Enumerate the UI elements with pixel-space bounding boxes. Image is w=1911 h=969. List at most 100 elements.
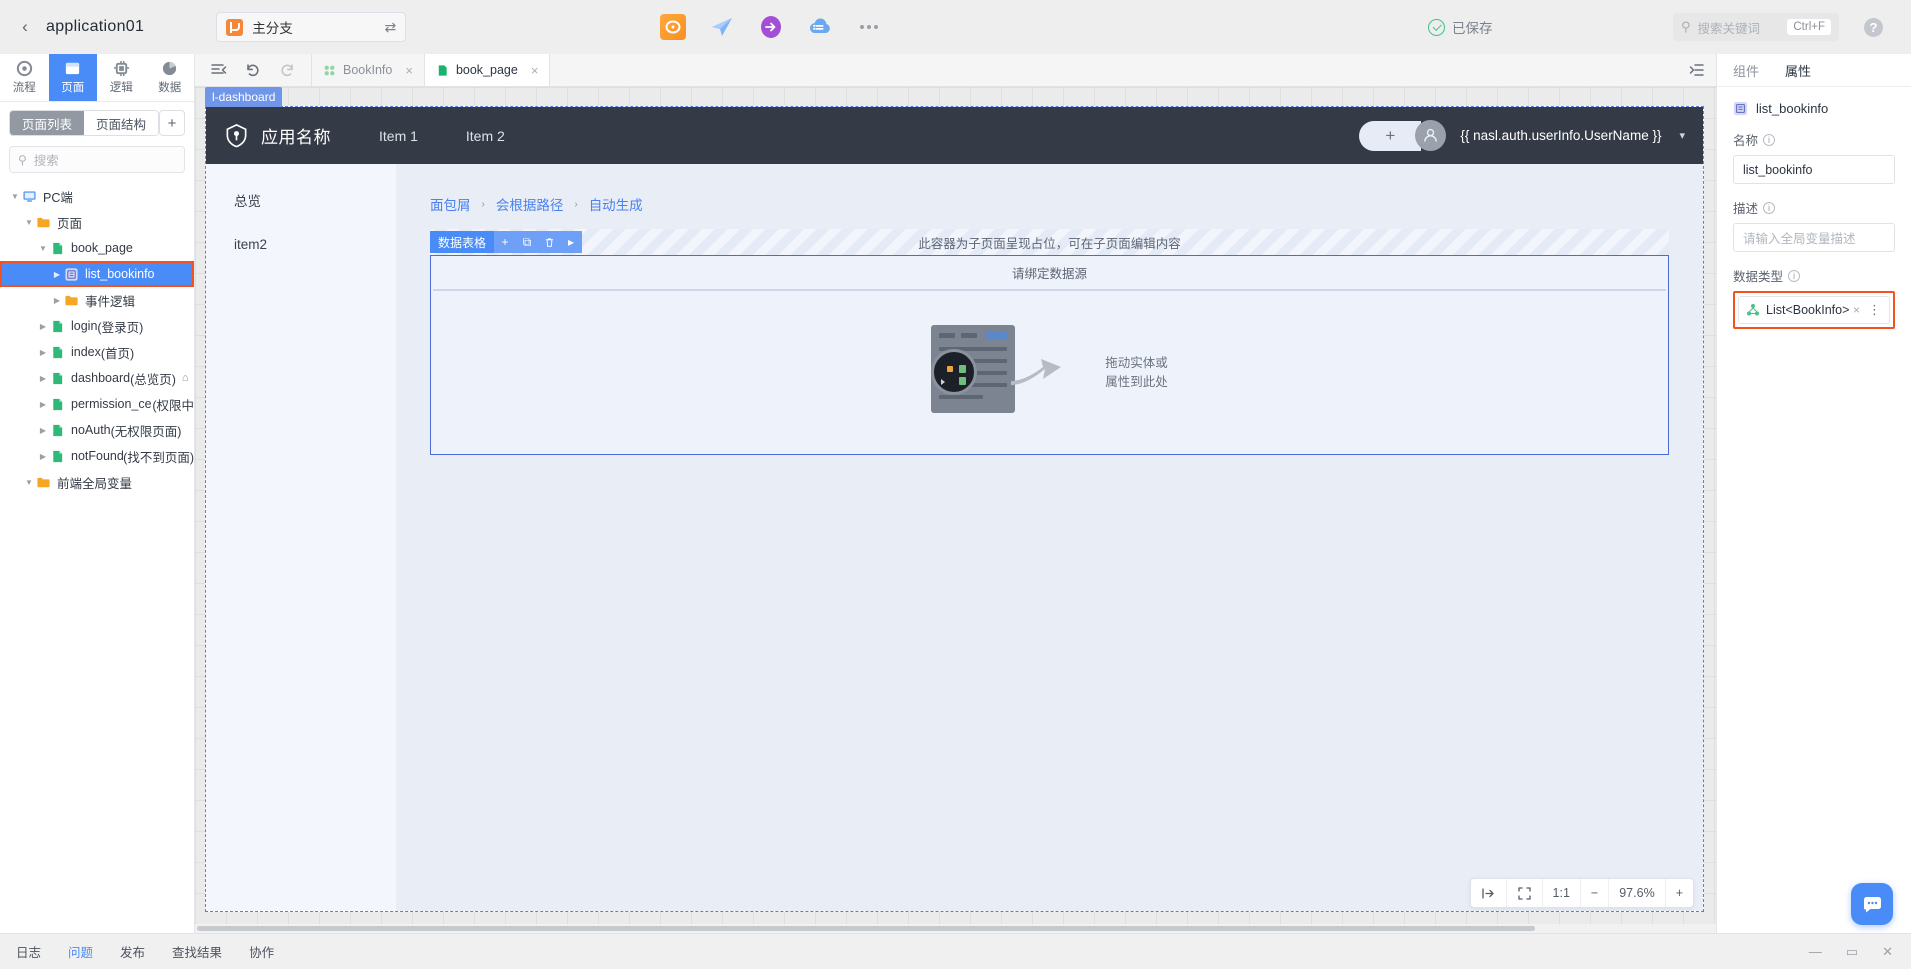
tree-label: PC端 bbox=[43, 190, 73, 205]
chevron-down-icon[interactable]: ▼ bbox=[22, 478, 36, 487]
copy-icon[interactable]: ⧉ bbox=[516, 231, 538, 253]
tree-item-noauth[interactable]: ▶ noAuth (无权限页面) bbox=[0, 417, 194, 443]
canvas[interactable]: l-dashboard 应用名称 Item 1 Item 2 + {{nasl… bbox=[195, 87, 1716, 924]
chevron-right-icon[interactable]: ▶ bbox=[36, 452, 50, 461]
bottom-tab-problems[interactable]: 问题 bbox=[68, 942, 93, 961]
side-menu-item-overview[interactable]: 总览 bbox=[206, 178, 396, 222]
swap-icon[interactable]: ⇄ bbox=[384, 19, 396, 36]
preview-nav-item-2[interactable]: Item 2 bbox=[466, 128, 505, 144]
chevron-down-icon[interactable]: ▼ bbox=[8, 192, 22, 201]
breadcrumb-item-1[interactable]: 面包屑 bbox=[430, 194, 471, 214]
tab-book-page[interactable]: book_page × bbox=[424, 54, 551, 86]
close-icon[interactable]: × bbox=[405, 63, 413, 78]
close-icon[interactable]: × bbox=[531, 63, 539, 78]
chevron-right-icon[interactable]: ▶ bbox=[36, 426, 50, 435]
tree-search-input[interactable]: ⚲ 搜索 bbox=[9, 146, 185, 173]
description-input[interactable]: 请输入全局变量描述 bbox=[1733, 223, 1895, 252]
fit-screen-button[interactable] bbox=[1507, 879, 1543, 907]
outline-toggle-icon[interactable] bbox=[211, 62, 227, 78]
redo-icon[interactable] bbox=[279, 62, 295, 78]
tree-item-index[interactable]: ▶ index (首页) bbox=[0, 339, 194, 365]
back-button[interactable]: ‹ bbox=[10, 12, 40, 42]
help-icon[interactable]: ? bbox=[1864, 17, 1883, 37]
bottom-tab-logs[interactable]: 日志 bbox=[16, 942, 41, 961]
component-tag-datatable[interactable]: 数据表格 bbox=[430, 231, 495, 253]
add-page-button[interactable]: + bbox=[159, 110, 185, 136]
editor-tab-bar: BookInfo × book_page × bbox=[195, 54, 1716, 87]
avatar[interactable] bbox=[1415, 120, 1447, 151]
chevron-down-icon[interactable]: ▼ bbox=[22, 218, 36, 227]
info-icon[interactable]: i bbox=[1763, 201, 1776, 214]
data-table-component[interactable]: 请绑定数据源 拖动实体或 属性到此处 bbox=[430, 255, 1669, 455]
delete-icon[interactable] bbox=[538, 231, 560, 253]
breadcrumb-item-2[interactable]: 会根据路径 bbox=[496, 194, 564, 214]
datatype-selector[interactable]: List<BookInfo> × ⋮ bbox=[1738, 296, 1890, 324]
rail-item-logic[interactable]: 逻辑 bbox=[97, 54, 146, 101]
editor-area: BookInfo × book_page × l-dashboard 应用名称 … bbox=[195, 54, 1716, 933]
chevron-down-icon[interactable]: ▾ bbox=[1679, 129, 1685, 142]
tab-page-list[interactable]: 页面列表 bbox=[10, 111, 84, 135]
collapse-panel-button[interactable] bbox=[1678, 54, 1716, 86]
folder-icon bbox=[65, 295, 78, 305]
branch-selector[interactable]: 主分支 ⇄ bbox=[216, 12, 407, 42]
layout-badge[interactable]: l-dashboard bbox=[205, 87, 283, 107]
tab-bookinfo[interactable]: BookInfo × bbox=[312, 54, 425, 86]
chevron-right-icon[interactable]: ▶ bbox=[50, 296, 64, 305]
tree-item-permission-center[interactable]: ▶ permission_center (权限中 bbox=[0, 391, 194, 417]
tree-item-global-variables[interactable]: ▼ 前端全局变量 bbox=[0, 469, 194, 495]
name-input[interactable]: list_bookinfo bbox=[1733, 155, 1895, 184]
global-search[interactable]: ⚲ 搜索关键词 Ctrl+F bbox=[1673, 13, 1839, 41]
chevron-right-icon[interactable]: ▶ bbox=[50, 270, 64, 279]
chevron-down-icon[interactable]: ▼ bbox=[36, 244, 50, 253]
chevron-right-icon[interactable]: ▶ bbox=[36, 348, 50, 357]
tree-item-login[interactable]: ▶ login (登录页) bbox=[0, 313, 194, 339]
minimize-button[interactable]: — bbox=[1809, 944, 1822, 959]
chevron-right-icon[interactable]: ▶ bbox=[36, 400, 50, 409]
more-options-icon[interactable]: ⋮ bbox=[1868, 302, 1882, 318]
preview-nav-item-1[interactable]: Item 1 bbox=[379, 128, 418, 144]
bottom-tab-search-results[interactable]: 查找结果 bbox=[172, 942, 222, 961]
preview-icon[interactable] bbox=[660, 14, 686, 40]
bottom-tab-collaboration[interactable]: 协作 bbox=[249, 942, 274, 961]
bottom-tab-publish[interactable]: 发布 bbox=[120, 942, 145, 961]
chevron-right-icon[interactable]: ▶ bbox=[36, 374, 50, 383]
side-menu-item-item2[interactable]: item2 bbox=[206, 222, 396, 266]
maximize-button[interactable]: ▭ bbox=[1846, 944, 1858, 960]
zoom-out-button[interactable]: − bbox=[1581, 879, 1610, 907]
drop-zone[interactable]: 拖动实体或 属性到此处 bbox=[431, 291, 1668, 454]
tab-properties[interactable]: 属性 bbox=[1785, 61, 1811, 80]
rail-item-flow[interactable]: 流程 bbox=[0, 54, 49, 101]
chevron-right-icon[interactable]: ▶ bbox=[36, 322, 50, 331]
tree-item-notfound[interactable]: ▶ notFound (找不到页面) bbox=[0, 443, 194, 469]
fit-width-button[interactable] bbox=[1471, 879, 1507, 907]
add-button[interactable]: + bbox=[1359, 120, 1422, 151]
tab-components[interactable]: 组件 bbox=[1733, 61, 1759, 80]
zoom-in-button[interactable]: + bbox=[1666, 879, 1693, 907]
info-icon[interactable]: i bbox=[1788, 269, 1801, 282]
undo-icon[interactable] bbox=[245, 62, 261, 78]
tree-item-pages-folder[interactable]: ▼ 页面 bbox=[0, 209, 194, 235]
close-button[interactable]: ✕ bbox=[1882, 944, 1893, 960]
field-name: 名称 i list_bookinfo bbox=[1717, 124, 1911, 184]
zoom-ratio-button[interactable]: 1:1 bbox=[1543, 879, 1581, 907]
canvas-horizontal-scrollbar[interactable] bbox=[195, 924, 1716, 933]
add-icon[interactable]: + bbox=[494, 231, 516, 253]
scrollbar-thumb[interactable] bbox=[197, 926, 1536, 931]
cloud-data-icon[interactable] bbox=[807, 14, 833, 40]
clear-icon[interactable]: × bbox=[1853, 303, 1860, 317]
rail-item-data[interactable]: 数据 bbox=[146, 54, 195, 101]
more-icon[interactable] bbox=[856, 14, 882, 40]
tree-item-book-page[interactable]: ▼ book_page bbox=[0, 235, 194, 261]
tab-page-structure[interactable]: 页面结构 bbox=[84, 111, 158, 135]
tree-item-dashboard[interactable]: ▶ dashboard (总览页) ⌂ bbox=[0, 365, 194, 391]
tree-item-event-logic[interactable]: ▶ 事件逻辑 bbox=[0, 287, 194, 313]
rail-item-page[interactable]: 页面 bbox=[48, 54, 97, 101]
tree-item-pc[interactable]: ▼ PC端 bbox=[0, 183, 194, 209]
deploy-icon[interactable] bbox=[758, 14, 784, 40]
tree-item-list-bookinfo[interactable]: ▶ list_bookinfo bbox=[0, 261, 194, 287]
breadcrumb-item-3[interactable]: 自动生成 bbox=[589, 194, 643, 214]
info-icon[interactable]: i bbox=[1763, 133, 1776, 146]
chat-button[interactable] bbox=[1851, 883, 1893, 925]
expand-icon[interactable]: ▸ bbox=[560, 231, 582, 253]
send-icon[interactable] bbox=[709, 14, 735, 40]
